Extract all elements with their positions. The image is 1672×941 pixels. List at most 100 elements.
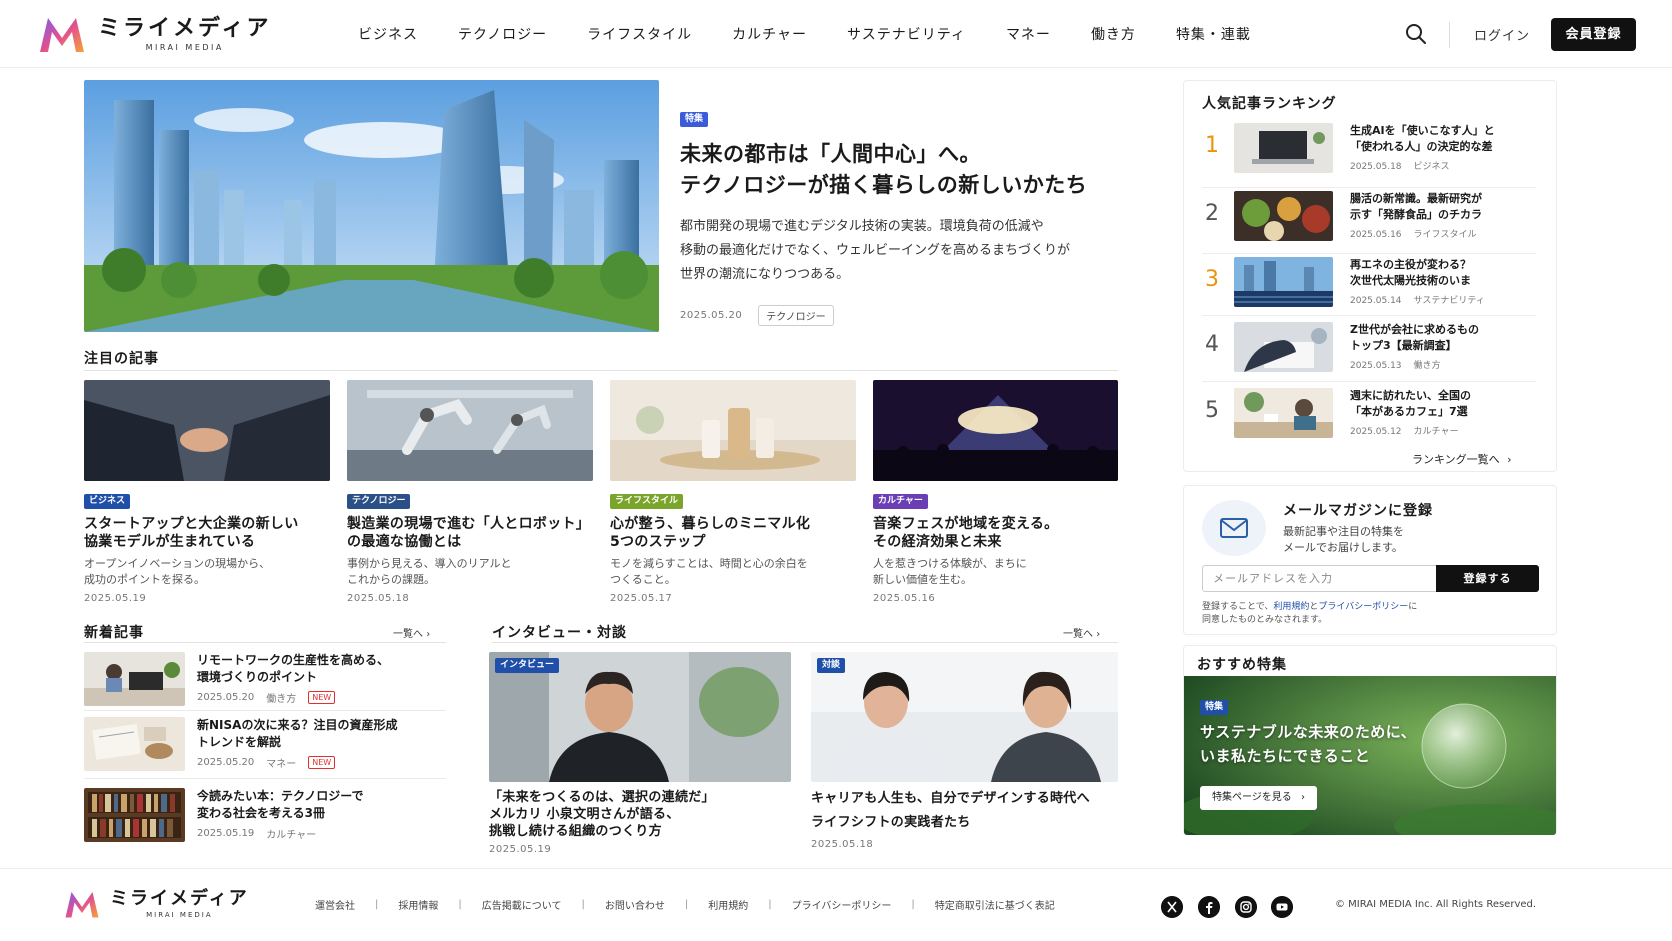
rank-number: 1 bbox=[1205, 133, 1219, 158]
rank-date: 2025.05.18 bbox=[1350, 162, 1402, 172]
register-button[interactable]: 会員登録 bbox=[1551, 18, 1636, 51]
youtube-icon[interactable] bbox=[1271, 896, 1293, 918]
featured-tag: カルチャー bbox=[873, 494, 928, 509]
featured-title: 心が整う、暮らしのミニマル化 5つのステップ bbox=[610, 516, 811, 550]
ranking-item[interactable]: 2 腸活の新常識。最新研究が 示す「発酵食品」のチカラ 2025.05.16 ライフ… bbox=[1202, 191, 1536, 251]
nav-sustainability[interactable]: サステナビリティ bbox=[847, 24, 966, 44]
hero-category-chip[interactable]: テクノロジー bbox=[758, 305, 834, 326]
site-header: ミライメディア MIRAI MEDIA ビジネス テクノロジー ライフスタイル … bbox=[0, 0, 1672, 68]
footer-link-contact[interactable]: お問い合わせ bbox=[605, 897, 665, 912]
list-item[interactable]: リモートワークの生産性を高める、 環境づくりのポイント 2025.05.20 働き… bbox=[84, 652, 446, 712]
interview-image: 対談 bbox=[811, 652, 1118, 782]
rank-category: 働き方 bbox=[1413, 361, 1441, 371]
interview-card[interactable]: インタビュー 「未来をつくるのは、選択の連続だ」 メルカリ 小泉文明さんが語る、挑… bbox=[489, 652, 791, 855]
nav-features[interactable]: 特集・連載 bbox=[1176, 24, 1251, 44]
mail-icon bbox=[1220, 518, 1248, 538]
footer-link-company[interactable]: 運営会社 bbox=[315, 897, 355, 912]
newsletter-note: 登録することで、利用規約とプライバシーポリシーに 同意したものとみなされます。 bbox=[1202, 602, 1418, 625]
terms-link[interactable]: 利用規約 bbox=[1273, 602, 1309, 612]
site-footer: ミライメディア MIRAI MEDIA 運営会社 | 採用情報 | 広告掲載について… bbox=[0, 868, 1672, 941]
newsletter-submit-button[interactable]: 登録する bbox=[1436, 565, 1539, 592]
nav-lifestyle[interactable]: ライフスタイル bbox=[587, 24, 692, 44]
list-divider bbox=[84, 710, 446, 711]
rank-thumb-food bbox=[1234, 191, 1333, 241]
newsletter-description: 最新記事や注目の特集を メールでお届けします。 bbox=[1283, 525, 1404, 554]
rank-title: 週末に訪れたい、全国の 「本があるカフェ」7選 bbox=[1350, 389, 1471, 418]
list-item[interactable]: 今読みたい本：テクノロジーで 変わる社会を考える3冊 2025.05.19 カルチ… bbox=[84, 788, 446, 848]
featured-description: モノを減らすことは、時間と心の余白を つくること。 bbox=[610, 557, 808, 586]
footer-link-privacy[interactable]: プライバシーポリシー bbox=[792, 897, 892, 912]
privacy-link[interactable]: プライバシーポリシー bbox=[1318, 602, 1408, 612]
ranking-more-link[interactable]: ランキング一覧へ › bbox=[1412, 451, 1512, 467]
rank-title: 生成AIを「使いこなす人」と 「使われる人」の決定的な差 bbox=[1350, 124, 1495, 153]
nav-culture[interactable]: カルチャー bbox=[732, 24, 807, 44]
rank-title: 腸活の新常識。最新研究が 示す「発酵食品」のチカラ bbox=[1350, 192, 1482, 221]
facebook-icon[interactable] bbox=[1198, 896, 1220, 918]
footer-link-legal[interactable]: 特定商取引法に基づく表記 bbox=[935, 897, 1055, 912]
rank-category: ビジネス bbox=[1413, 162, 1450, 172]
new-articles-more-link[interactable]: 一覧へ › bbox=[393, 625, 430, 640]
ranking-item[interactable]: 5 週末に訪れたい、全国の 「本があるカフェ」7選 2025.05.12 カルチャー bbox=[1202, 388, 1536, 448]
nav-workstyle[interactable]: 働き方 bbox=[1091, 24, 1136, 44]
ranking-item[interactable]: 3 再エネの主役が変わる？ 次世代太陽光技術のいま 2025.05.14 サステナビ… bbox=[1202, 257, 1536, 317]
newsletter-title: メールマガジンに登録 bbox=[1283, 503, 1433, 519]
new-thumb-remote bbox=[84, 652, 185, 706]
footer-link-recruit[interactable]: 採用情報 bbox=[398, 897, 438, 912]
interviews-rule bbox=[492, 642, 1118, 643]
featured-tag: ライフスタイル bbox=[610, 494, 684, 509]
hero-date: 2025.05.20 bbox=[680, 310, 743, 321]
featured-card[interactable]: ライフスタイル 心が整う、暮らしのミニマル化 5つのステップ モノを減らすことは、… bbox=[610, 380, 856, 604]
email-input[interactable] bbox=[1202, 565, 1437, 592]
new-articles-title: 新着記事 bbox=[84, 625, 144, 641]
new-badge: NEW bbox=[308, 691, 336, 704]
interviews-more-link[interactable]: 一覧へ › bbox=[1063, 625, 1100, 640]
list-item-title: 今読みたい本：テクノロジーで 変わる社会を考える3冊 bbox=[197, 789, 364, 820]
hero-description: 都市開発の現場で進むデジタル技術の実装。環境負荷の低減や 移動の最適化だけでなく… bbox=[680, 219, 1071, 282]
login-link[interactable]: ログイン bbox=[1474, 25, 1530, 44]
featured-card[interactable]: テクノロジー 製造業の現場で進む「人とロボット」 の最適な協働とは 事例から見える… bbox=[347, 380, 593, 604]
search-icon[interactable] bbox=[1404, 22, 1428, 46]
new-thumb-money bbox=[84, 717, 185, 771]
featured-section-title: 注目の記事 bbox=[84, 351, 159, 367]
rank-thumb-cafe bbox=[1234, 388, 1333, 438]
featured-date: 2025.05.17 bbox=[610, 593, 673, 604]
new-badge: NEW bbox=[308, 756, 336, 769]
logo-mark-icon bbox=[65, 892, 99, 918]
rank-number: 2 bbox=[1205, 201, 1219, 226]
interview-card[interactable]: 対談 キャリアも人生も、自分でデザインする時代へ ライフシフトの実践者たち 202… bbox=[811, 652, 1118, 850]
list-item-category: 働き方 bbox=[266, 694, 297, 705]
interview-tag: 対談 bbox=[817, 658, 846, 673]
footer-link-ads[interactable]: 広告掲載について bbox=[482, 897, 562, 912]
footer-link-terms[interactable]: 利用規約 bbox=[708, 897, 748, 912]
ranking-item[interactable]: 4 Z世代が会社に求めるもの トップ3【最新調査】 2025.05.13 働き方 bbox=[1202, 322, 1536, 382]
x-icon[interactable] bbox=[1161, 896, 1183, 918]
featured-description: オープンイノベーションの現場から、 成功のポイントを探る。 bbox=[84, 557, 271, 586]
ranking-box: 人気記事ランキング 1 生成AIを「使いこなす人」と 「使われる人」の決定的な差 … bbox=[1183, 80, 1557, 472]
footer-logo[interactable]: ミライメディア MIRAI MEDIA bbox=[64, 889, 249, 919]
featured-tag: テクノロジー bbox=[347, 494, 411, 509]
hero-article[interactable]: 特集 未来の都市は「人間中心」へ。 テクノロジーが描く暮らしの新しいかたち 都市… bbox=[680, 106, 1120, 326]
chevron-right-icon: › bbox=[1096, 629, 1101, 640]
list-item[interactable]: 新NISAの次に来る？注目の資産形成 トレンドを解説 2025.05.20 マネー… bbox=[84, 717, 446, 777]
featured-card[interactable]: カルチャー 音楽フェスが地域を変える。 その経済効果と未来 人を惹きつける体験が、… bbox=[873, 380, 1118, 604]
list-item-date: 2025.05.19 bbox=[197, 828, 255, 839]
recommend-banner[interactable]: 特集 サステナブルな未来のために、 いま私たちにできること 特集ページを見る › bbox=[1184, 676, 1556, 835]
instagram-icon[interactable] bbox=[1235, 896, 1257, 918]
rank-thumb-laptop bbox=[1234, 123, 1333, 173]
mail-icon-circle bbox=[1202, 500, 1266, 556]
list-divider bbox=[84, 778, 446, 779]
list-item-category: カルチャー bbox=[266, 830, 317, 841]
nav-technology[interactable]: テクノロジー bbox=[458, 24, 547, 44]
hero-image[interactable] bbox=[84, 80, 659, 332]
nav-money[interactable]: マネー bbox=[1006, 24, 1051, 44]
site-logo[interactable]: ミライメディア MIRAI MEDIA bbox=[38, 14, 271, 54]
hero-tag: 特集 bbox=[680, 112, 709, 127]
interview-tag: インタビュー bbox=[495, 658, 560, 673]
ranking-item[interactable]: 1 生成AIを「使いこなす人」と 「使われる人」の決定的な差 2025.05.18… bbox=[1202, 123, 1536, 183]
list-item-date: 2025.05.20 bbox=[197, 757, 255, 768]
nav-business[interactable]: ビジネス bbox=[358, 24, 418, 44]
recommend-button[interactable]: 特集ページを見る › bbox=[1200, 786, 1317, 810]
featured-card[interactable]: ビジネス スタートアップと大企業の新しい 協業モデルが生まれている オープンイノベ… bbox=[84, 380, 330, 604]
rank-thumb-solar bbox=[1234, 257, 1333, 307]
footer-logo-title: ミライメディア bbox=[110, 888, 249, 909]
